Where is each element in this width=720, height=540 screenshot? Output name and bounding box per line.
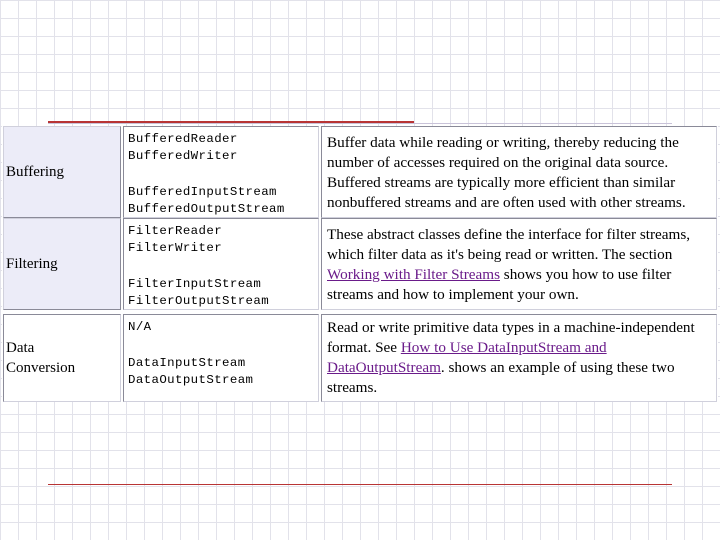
class-name: FilterInputStream <box>128 277 262 291</box>
classes-cell: BufferedReader BufferedWriter BufferedInpu… <box>123 126 319 218</box>
stream-types-table: Buffering BufferedReader BufferedWriter Bu… <box>2 126 718 402</box>
class-name: DataOutputStream <box>128 373 254 387</box>
class-name: BufferedReader <box>128 132 238 146</box>
description-text: These abstract classes define the interf… <box>327 226 691 263</box>
class-name: FilterReader <box>128 224 223 238</box>
classes-cell: N/A DataInputStream DataOutputStream <box>123 314 319 402</box>
category-cell: Buffering <box>3 126 121 218</box>
table-row-data-conversion: Data Conversion N/A DataInputStream DataOu… <box>2 314 718 402</box>
class-name: DataInputStream <box>128 356 246 370</box>
category-label: Data Conversion <box>6 338 75 378</box>
description-cell: These abstract classes define the interf… <box>321 218 717 310</box>
class-name: BufferedOutputStream <box>128 202 285 216</box>
category-label-line: Conversion <box>6 360 76 376</box>
table-row-filtering: Filtering FilterReader FilterWriter Filter… <box>2 218 718 310</box>
class-name: FilterWriter <box>128 241 223 255</box>
category-cell: Data Conversion <box>3 314 121 402</box>
description-text: Buffer data while reading or writing, th… <box>327 134 686 211</box>
category-cell: Filtering <box>3 218 121 310</box>
description-cell: Buffer data while reading or writing, th… <box>321 126 717 218</box>
table-row-buffering: Buffering BufferedReader BufferedWriter Bu… <box>2 126 718 218</box>
category-label: Filtering <box>6 256 58 272</box>
filter-streams-link[interactable]: Working with Filter Streams <box>327 266 500 283</box>
class-name: N/A <box>128 320 152 334</box>
class-name: BufferedWriter <box>128 149 238 163</box>
category-label: Buffering <box>6 164 65 180</box>
class-name: FilterOutputStream <box>128 294 270 308</box>
description-cell: Read or write primitive data types in a … <box>321 314 717 402</box>
class-name: BufferedInputStream <box>128 185 277 199</box>
bottom-red-rule <box>48 484 672 485</box>
classes-cell: FilterReader FilterWriter FilterInputStrea… <box>123 218 319 310</box>
category-label-line: Data <box>6 340 35 356</box>
top-thin-rule <box>48 123 672 124</box>
